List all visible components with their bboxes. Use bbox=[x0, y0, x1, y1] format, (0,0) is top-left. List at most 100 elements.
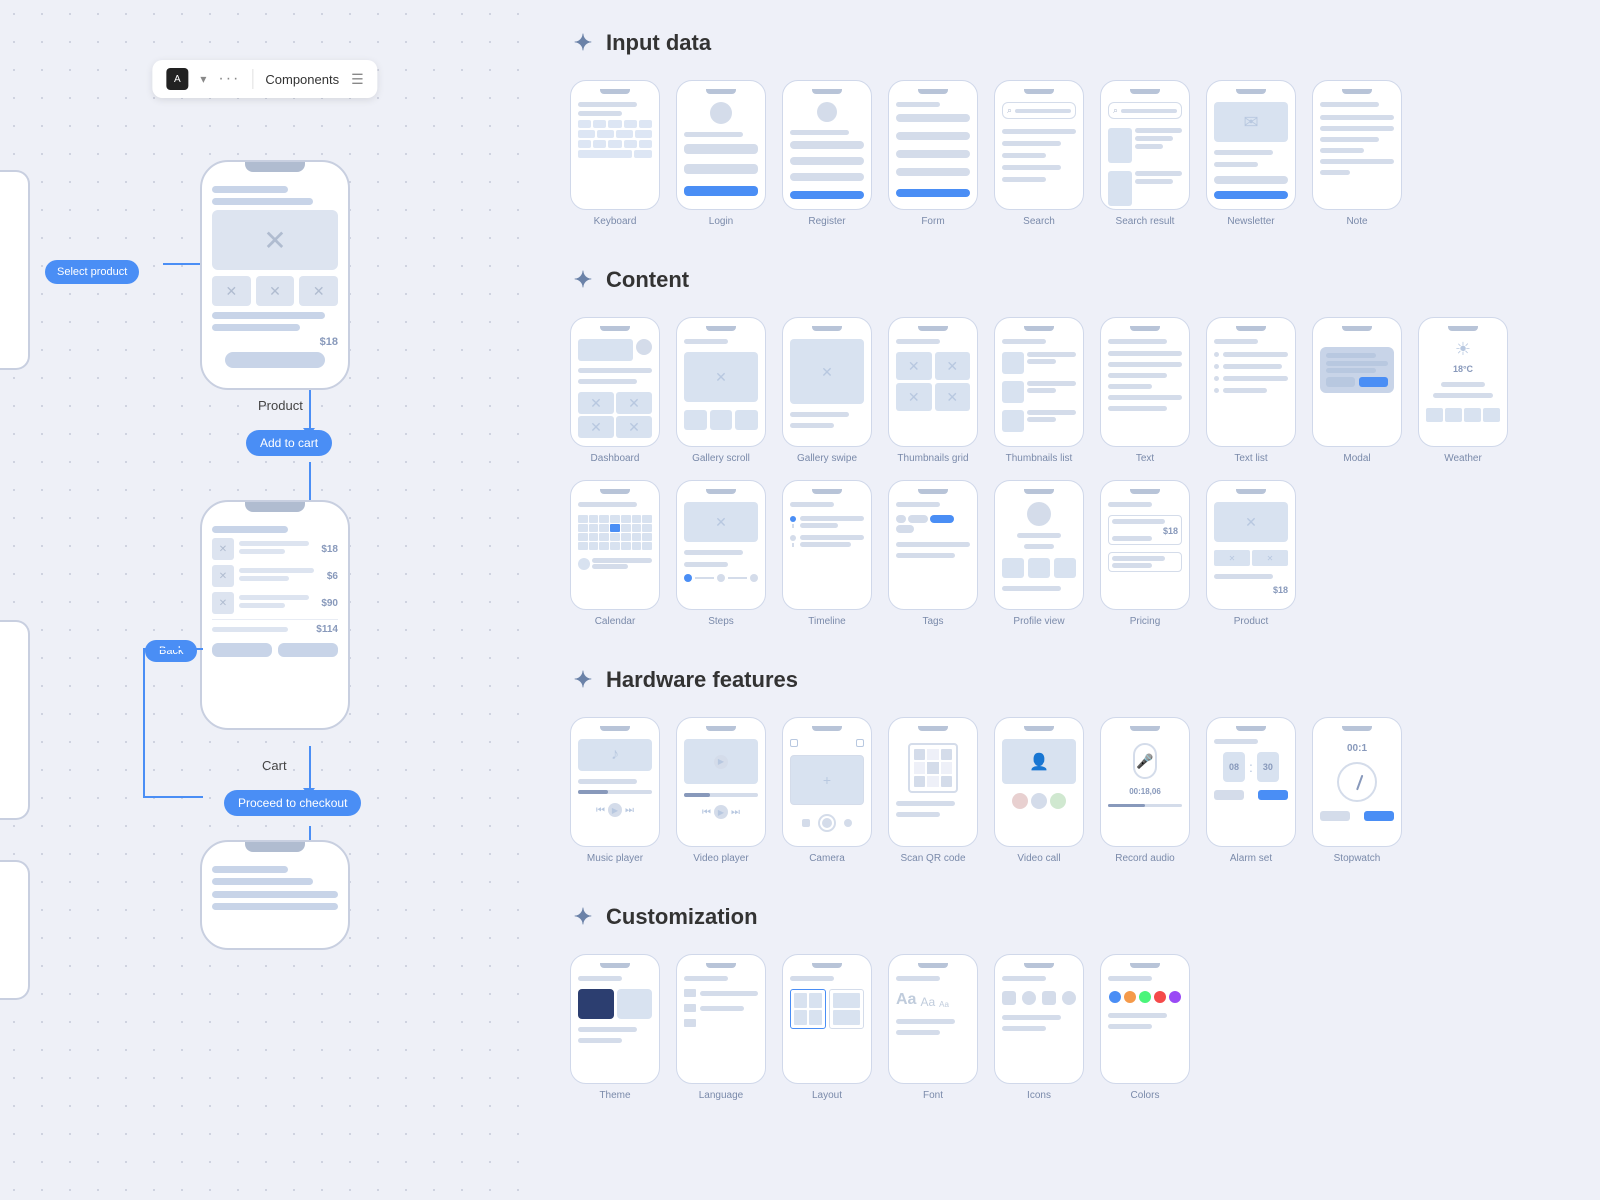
comp-steps: ✕ Steps bbox=[676, 480, 766, 627]
comp-label-record-audio: Record audio bbox=[1115, 853, 1174, 864]
comp-label-thumbnails-list: Thumbnails list bbox=[1006, 453, 1073, 464]
comp-phone-stopwatch[interactable]: 00:1 bbox=[1312, 717, 1402, 847]
comp-label-modal: Modal bbox=[1343, 453, 1370, 464]
comp-phone-video-player[interactable]: ▶ ⏮ ▶ ⏭ bbox=[676, 717, 766, 847]
cart-item-1: ✕ $18 bbox=[212, 538, 338, 560]
comp-stopwatch: 00:1 Stopwatch bbox=[1312, 717, 1402, 864]
comp-phone-weather[interactable]: ☀ 18°C bbox=[1418, 317, 1508, 447]
comp-label-language: Language bbox=[699, 1090, 744, 1101]
toolbar-menu-icon[interactable]: ··· bbox=[218, 70, 240, 88]
connector-v2 bbox=[309, 462, 311, 504]
comp-phone-text[interactable] bbox=[1100, 317, 1190, 447]
comp-phone-gallery-scroll[interactable]: ✕ bbox=[676, 317, 766, 447]
connector-v1 bbox=[309, 390, 311, 430]
comp-label-theme: Theme bbox=[599, 1090, 630, 1101]
ph-main-image: ✕ bbox=[212, 210, 338, 270]
comp-font: Aa Aa Aa Font bbox=[888, 954, 978, 1101]
comp-phone-camera[interactable]: + bbox=[782, 717, 872, 847]
comp-camera: + Camera bbox=[782, 717, 872, 864]
comp-phone-gallery-swipe[interactable]: ✕ bbox=[782, 317, 872, 447]
hardware-grid: ♪ ⏮ ▶ ⏭ Music player ▶ bbox=[570, 717, 1560, 864]
comp-phone-steps[interactable]: ✕ bbox=[676, 480, 766, 610]
comp-label-keyboard: Keyboard bbox=[594, 216, 637, 227]
comp-phone-thumbnails-list[interactable] bbox=[994, 317, 1084, 447]
comp-label-text: Text bbox=[1136, 453, 1154, 464]
hardware-section-icon: ✦ bbox=[570, 667, 596, 693]
comp-phone-tags[interactable] bbox=[888, 480, 978, 610]
comp-phone-theme[interactable] bbox=[570, 954, 660, 1084]
ph-checkout-title bbox=[212, 866, 288, 873]
comp-phone-note[interactable] bbox=[1312, 80, 1402, 210]
profile-avatar-icon bbox=[1027, 502, 1051, 526]
cart-total-price: $114 bbox=[316, 624, 338, 635]
comp-note: Note bbox=[1312, 80, 1402, 227]
toolbar-icon-box[interactable]: A bbox=[166, 68, 188, 90]
comp-text-list: Text list bbox=[1206, 317, 1296, 464]
section-input-data: ✦ Input data bbox=[570, 30, 1560, 56]
comp-phone-newsletter[interactable]: ✉ bbox=[1206, 80, 1296, 210]
comp-phone-register[interactable] bbox=[782, 80, 872, 210]
comp-phone-music-player[interactable]: ♪ ⏮ ▶ ⏭ bbox=[570, 717, 660, 847]
comp-label-calendar: Calendar bbox=[595, 616, 636, 627]
cart-item-3: ✕ $90 bbox=[212, 592, 338, 614]
arrow-down-3 bbox=[303, 788, 315, 796]
add-to-cart-button[interactable]: Add to cart bbox=[246, 430, 332, 456]
comp-phone-keyboard[interactable] bbox=[570, 80, 660, 210]
comp-phone-text-list[interactable] bbox=[1206, 317, 1296, 447]
comp-phone-icons[interactable] bbox=[994, 954, 1084, 1084]
comp-label-weather: Weather bbox=[1444, 453, 1482, 464]
comp-phone-modal[interactable] bbox=[1312, 317, 1402, 447]
back-button[interactable]: Back bbox=[145, 640, 197, 662]
comp-phone-font[interactable]: Aa Aa Aa bbox=[888, 954, 978, 1084]
comp-dashboard: ✕ ✕ ✕ ✕ Dashboard bbox=[570, 317, 660, 464]
phone-notch-cart bbox=[245, 502, 305, 512]
weather-temp-display: 18°C bbox=[1426, 364, 1500, 374]
proceed-checkout-button[interactable]: Proceed to checkout bbox=[224, 790, 361, 816]
comp-phone-dashboard[interactable]: ✕ ✕ ✕ ✕ bbox=[570, 317, 660, 447]
toolbar-list-icon[interactable]: ☰ bbox=[351, 71, 364, 88]
comp-phone-calendar[interactable] bbox=[570, 480, 660, 610]
comp-phone-form[interactable] bbox=[888, 80, 978, 210]
comp-phone-pricing[interactable]: $18 bbox=[1100, 480, 1190, 610]
comp-phone-alarm-set[interactable]: 08 : 30 bbox=[1206, 717, 1296, 847]
comp-layout: Layout bbox=[782, 954, 872, 1101]
comp-phone-language[interactable] bbox=[676, 954, 766, 1084]
comp-label-newsletter: Newsletter bbox=[1227, 216, 1274, 227]
comp-phone-scan-qr[interactable] bbox=[888, 717, 978, 847]
ph-cta-btn bbox=[225, 352, 326, 368]
ph-thumb-1: ✕ bbox=[212, 276, 251, 306]
comp-pricing: $18 Pricing bbox=[1100, 480, 1190, 627]
input-data-grid: Keyboard Login bbox=[570, 80, 1560, 227]
comp-phone-login[interactable] bbox=[676, 80, 766, 210]
product-label: Product bbox=[258, 398, 303, 413]
comp-label-colors: Colors bbox=[1131, 1090, 1160, 1101]
comp-phone-profile-view[interactable] bbox=[994, 480, 1084, 610]
ph-checkout-input bbox=[212, 891, 338, 898]
toolbar-chevron-icon[interactable]: ▾ bbox=[200, 72, 206, 86]
comp-phone-search-result[interactable]: ⌕ bbox=[1100, 80, 1190, 210]
comp-theme: Theme bbox=[570, 954, 660, 1101]
phone-screen-cart: ✕ $18 ✕ $6 bbox=[202, 520, 348, 663]
comp-phone-layout[interactable] bbox=[782, 954, 872, 1084]
input-data-section-icon: ✦ bbox=[570, 30, 596, 56]
comp-phone-colors[interactable] bbox=[1100, 954, 1190, 1084]
comp-search-result: ⌕ bbox=[1100, 80, 1190, 227]
comp-timeline: Timeline bbox=[782, 480, 872, 627]
comp-phone-record-audio[interactable]: 🎤 00:18,06 bbox=[1100, 717, 1190, 847]
cart-item-2: ✕ $6 bbox=[212, 565, 338, 587]
flow-area: Select product ✕ ✕ ✕ ✕ $18 bbox=[0, 0, 530, 1200]
comp-phone-product-content[interactable]: ✕ ✕ ✕ $18 bbox=[1206, 480, 1296, 610]
comp-video-player: ▶ ⏮ ▶ ⏭ Video player bbox=[676, 717, 766, 864]
phone-screen-checkout bbox=[202, 860, 348, 921]
comp-phone-search[interactable]: ⌕ bbox=[994, 80, 1084, 210]
back-connector-v bbox=[143, 648, 145, 798]
comp-phone-video-call[interactable]: 👤 bbox=[994, 717, 1084, 847]
comp-label-login: Login bbox=[709, 216, 733, 227]
comp-phone-thumbnails-grid[interactable]: ✕ ✕ ✕ ✕ bbox=[888, 317, 978, 447]
select-product-button[interactable]: Select product bbox=[45, 260, 139, 284]
comp-newsletter: ✉ Newsletter bbox=[1206, 80, 1296, 227]
comp-phone-timeline[interactable] bbox=[782, 480, 872, 610]
cart-total-row: $114 bbox=[212, 619, 338, 635]
cart-img-3: ✕ bbox=[212, 592, 234, 614]
cart-price-3: $90 bbox=[321, 598, 338, 609]
